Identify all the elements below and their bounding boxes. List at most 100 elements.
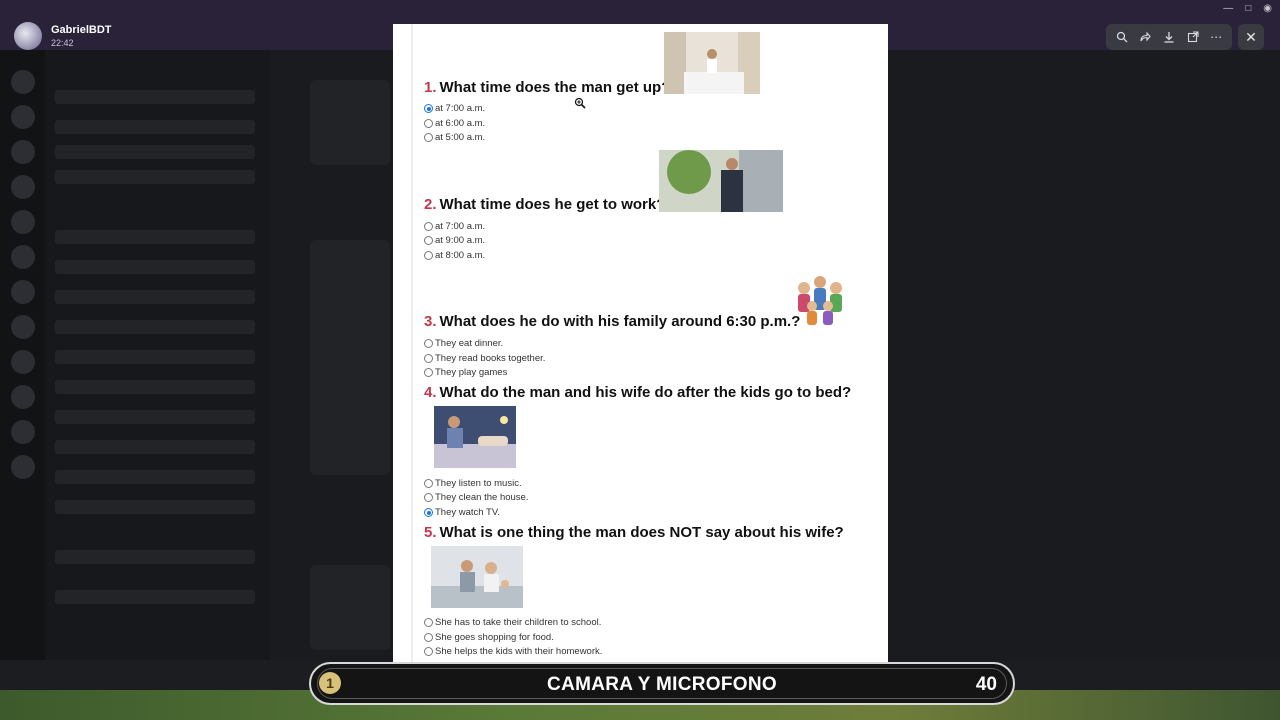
download-icon[interactable] <box>1159 27 1179 47</box>
sidebar-server-icon <box>11 175 35 199</box>
background-row <box>55 120 255 134</box>
radio-button[interactable] <box>424 222 433 231</box>
question-1: 1. What time does the man get up? <box>424 79 670 96</box>
question-4: 4. What do the man and his wife do after … <box>424 384 851 401</box>
sidebar-server-icon <box>11 210 35 234</box>
option-q5-c[interactable]: She helps the kids with their homework. <box>424 646 602 657</box>
couple-image <box>431 546 523 608</box>
radio-button[interactable] <box>424 251 433 260</box>
option-q2-a[interactable]: at 7:00 a.m. <box>424 221 485 232</box>
option-q3-c[interactable]: They play games <box>424 367 507 378</box>
zoom-cursor-icon <box>574 97 586 112</box>
background-message <box>310 565 390 650</box>
target-icon[interactable]: ◉ <box>1263 3 1272 14</box>
option-q4-a[interactable]: They listen to music. <box>424 478 522 489</box>
question-number: 4. <box>424 384 437 401</box>
option-label: at 6:00 a.m. <box>435 118 486 129</box>
option-label: They clean the house. <box>435 492 529 503</box>
background-row <box>55 230 255 244</box>
option-q1-c[interactable]: at 5:00 a.m. <box>424 132 485 143</box>
option-q3-b[interactable]: They read books together. <box>424 353 545 364</box>
option-q1-a[interactable]: at 7:00 a.m. <box>424 103 485 114</box>
radio-button[interactable] <box>424 104 433 113</box>
option-label: at 7:00 a.m. <box>435 103 486 114</box>
overlay-banner: 1 CAMARA Y MICROFONO 40 <box>309 662 1015 705</box>
option-label: at 8:00 a.m. <box>435 250 486 261</box>
family-illustration <box>798 276 842 325</box>
background-row <box>55 350 255 364</box>
viewer-toolbar: ⋯ <box>1106 24 1232 50</box>
sidebar-server-icon <box>11 105 35 129</box>
radio-button[interactable] <box>424 354 433 363</box>
radio-button[interactable] <box>424 119 433 128</box>
document-margin-line <box>411 24 413 669</box>
question-text: What time does the man get up? <box>439 79 671 96</box>
option-q5-b[interactable]: She goes shopping for food. <box>424 632 554 643</box>
radio-button[interactable] <box>424 339 433 348</box>
forward-icon[interactable] <box>1135 27 1155 47</box>
sidebar-server-icon <box>11 315 35 339</box>
sidebar-server-icon <box>11 420 35 444</box>
background-row <box>55 290 255 304</box>
background-row <box>55 145 255 159</box>
sidebar-server-icon <box>11 455 35 479</box>
maximize-icon[interactable]: □ <box>1245 3 1251 14</box>
open-external-icon[interactable] <box>1183 27 1203 47</box>
option-label: She has to take their children to school… <box>435 617 602 628</box>
question-number: 1. <box>424 79 437 96</box>
background-row <box>55 170 255 184</box>
background-row <box>55 440 255 454</box>
minimize-icon[interactable]: — <box>1223 3 1233 14</box>
question-text: What does he do with his family around 6… <box>439 313 801 330</box>
background-row <box>55 500 255 514</box>
background-row <box>55 320 255 334</box>
avatar[interactable] <box>14 22 42 50</box>
radio-button[interactable] <box>424 508 433 517</box>
option-q4-b[interactable]: They clean the house. <box>424 492 528 503</box>
radio-button[interactable] <box>424 493 433 502</box>
option-q1-b[interactable]: at 6:00 a.m. <box>424 118 485 129</box>
banner-right-number: 40 <box>975 674 997 695</box>
background-channel-list <box>45 50 270 660</box>
question-text: What time does he get to work? <box>439 196 666 213</box>
radio-button[interactable] <box>424 618 433 627</box>
option-label: at 5:00 a.m. <box>435 132 486 143</box>
radio-button[interactable] <box>424 133 433 142</box>
zoom-icon[interactable] <box>1112 27 1132 47</box>
option-label: She helps the kids with their homework. <box>435 646 603 657</box>
option-q4-c[interactable]: They watch TV. <box>424 507 500 518</box>
background-row <box>55 380 255 394</box>
radio-button[interactable] <box>424 368 433 377</box>
option-label: They play games <box>435 367 508 378</box>
sidebar-server-icon <box>11 140 35 164</box>
background-row <box>55 470 255 484</box>
option-q2-b[interactable]: at 9:00 a.m. <box>424 235 485 246</box>
option-label: They watch TV. <box>435 507 500 518</box>
radio-button[interactable] <box>424 479 433 488</box>
question-5: 5. What is one thing the man does NOT say… <box>424 524 844 541</box>
more-icon[interactable]: ⋯ <box>1206 27 1226 47</box>
quiz-document: 1. What time does the man get up? at 7:00… <box>393 24 888 669</box>
radio-button[interactable] <box>424 647 433 656</box>
option-q5-a[interactable]: She has to take their children to school… <box>424 617 601 628</box>
option-q2-c[interactable]: at 8:00 a.m. <box>424 250 485 261</box>
close-icon[interactable]: ✕ <box>1238 24 1264 50</box>
option-label: They listen to music. <box>435 478 522 489</box>
background-row <box>55 550 255 564</box>
option-q3-a[interactable]: They eat dinner. <box>424 338 503 349</box>
message-time: 22:42 <box>51 38 74 48</box>
background-message <box>310 240 390 475</box>
background-message <box>310 80 390 165</box>
sidebar-server-icon <box>11 280 35 304</box>
option-label: They eat dinner. <box>435 338 504 349</box>
user-name: GabrielBDT <box>51 24 112 36</box>
background-row <box>55 590 255 604</box>
window-controls: — □ ◉ <box>1223 3 1272 14</box>
sidebar-server-icon <box>11 70 35 94</box>
radio-button[interactable] <box>424 633 433 642</box>
option-label: They read books together. <box>435 353 546 364</box>
radio-button[interactable] <box>424 236 433 245</box>
option-label: She goes shopping for food. <box>435 632 554 643</box>
question-number: 5. <box>424 524 437 541</box>
question-3: 3. What does he do with his family around… <box>424 313 800 330</box>
